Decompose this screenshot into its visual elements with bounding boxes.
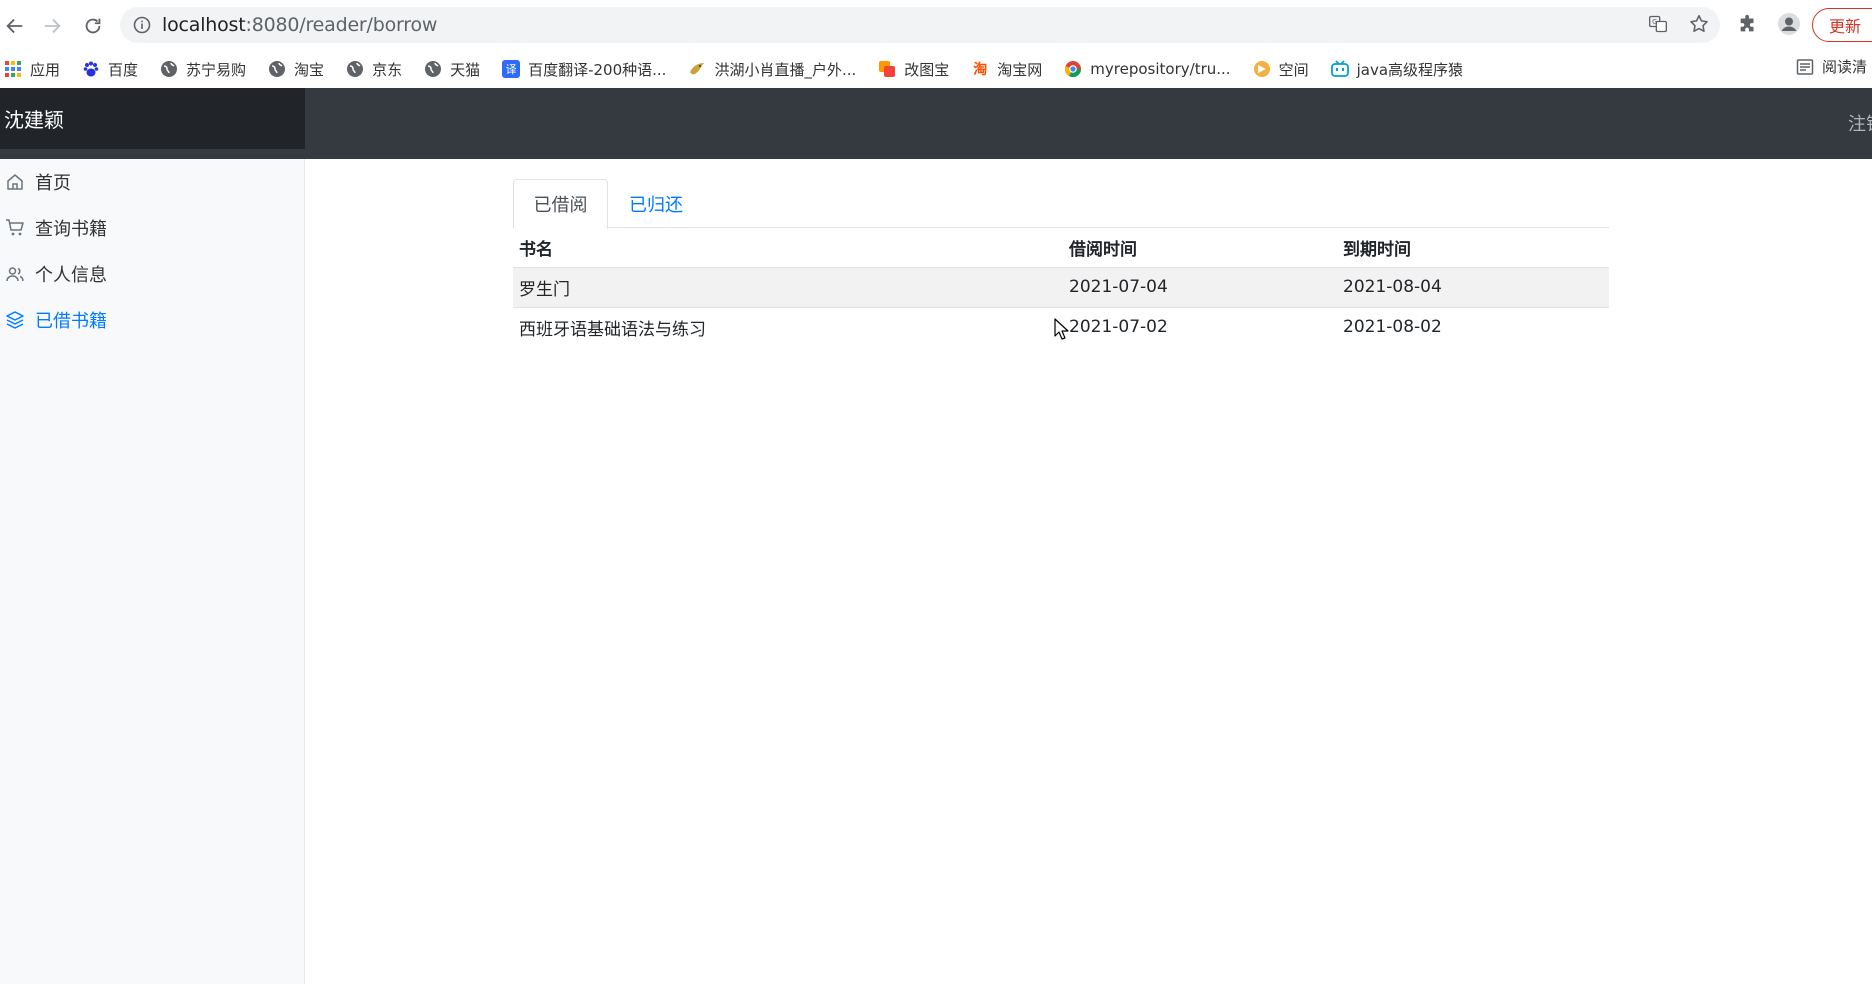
sidebar-item-label: 首页 — [35, 173, 71, 194]
puzzle-icon — [1740, 14, 1754, 32]
layers-icon — [6, 311, 24, 329]
translate-icon: 译 — [502, 60, 521, 78]
browser-chrome: localhost:8080/reader/borrow G 更新 应用 百度 — [0, 0, 1872, 88]
brand-user-name[interactable]: 沈建颖 — [0, 88, 305, 149]
avatar-icon — [1778, 13, 1800, 35]
tab-returned[interactable]: 已归还 — [608, 179, 704, 228]
sidebar-item-profile[interactable]: 个人信息 — [0, 259, 305, 289]
browser-toolbar: localhost:8080/reader/borrow G 更新 — [0, 0, 1872, 50]
bookmark-label: 改图宝 — [904, 60, 950, 79]
arrow-right-icon — [44, 18, 61, 34]
globe-icon — [160, 60, 178, 78]
table-header-row: 书名 借阅时间 到期时间 — [513, 228, 1609, 268]
bookmark-label: 百度翻译-200种语... — [528, 60, 667, 79]
gaitubao-icon — [878, 60, 896, 78]
tab-borrowed[interactable]: 已借阅 — [513, 179, 608, 229]
home-icon — [7, 174, 23, 190]
bookmark-baidu[interactable]: 百度 — [82, 59, 138, 80]
main-content: 已借阅 已归还 书名 借阅时间 到期时间 罗生门 2021-07-04 2021… — [305, 159, 1872, 984]
url-path: :8080/reader/borrow — [245, 14, 438, 36]
bookmark-gaitubao[interactable]: 改图宝 — [878, 59, 949, 80]
update-label: 更新 — [1829, 17, 1862, 36]
sidebar-item-search-books[interactable]: 查询书籍 — [0, 213, 305, 243]
bookmark-label: 淘宝网 — [997, 60, 1043, 79]
translate-icon: G — [1649, 15, 1667, 33]
bookmark-suning[interactable]: 苏宁易购 — [160, 59, 246, 80]
reload-icon — [85, 18, 101, 34]
star-icon — [1690, 14, 1708, 33]
reading-list-label: 阅读清 — [1822, 58, 1868, 76]
column-header-due-date: 到期时间 — [1337, 228, 1609, 268]
sidebar-item-home[interactable]: 首页 — [0, 167, 305, 197]
sidebar-item-label: 个人信息 — [35, 265, 107, 286]
mouse-cursor-icon — [1054, 318, 1069, 340]
taobao-icon: 淘 — [973, 62, 988, 78]
qzone-icon — [1253, 60, 1271, 78]
book-name-cell: 西班牙语基础语法与练习 — [519, 319, 706, 340]
globe-icon — [268, 60, 286, 78]
translate-button[interactable]: G — [1645, 11, 1671, 37]
globe-icon — [424, 60, 442, 78]
bookmark-label: 洪湖小肖直播_户外... — [714, 60, 857, 79]
column-header-book-name: 书名 — [513, 228, 1063, 268]
table-row: 罗生门 2021-07-04 2021-08-04 — [513, 267, 1609, 308]
address-bar[interactable]: localhost:8080/reader/borrow — [120, 7, 1720, 43]
bookmark-label: 苏宁易购 — [186, 60, 247, 79]
bookmark-taobao[interactable]: 淘宝 — [268, 59, 324, 80]
url-text[interactable]: localhost:8080/reader/borrow — [162, 14, 437, 36]
reading-list[interactable]: 阅读清 — [1796, 56, 1867, 77]
bilibili-icon — [1330, 60, 1349, 78]
bird-icon — [688, 60, 706, 78]
bookmarks-bar: 应用 百度 苏宁易购 淘宝 京东 天猫 译 百度翻译-200种语... 洪湖小肖… — [0, 50, 1872, 88]
bookmark-bilibili[interactable]: java高级程序猿 — [1330, 59, 1464, 80]
sidebar-item-label: 查询书籍 — [35, 219, 107, 240]
extensions-button[interactable] — [1735, 11, 1761, 37]
url-host: localhost — [162, 14, 246, 36]
reading-list-icon — [1796, 58, 1814, 75]
globe-icon — [346, 60, 364, 78]
bookmark-label: 百度 — [108, 60, 139, 79]
svg-text:G: G — [1652, 18, 1657, 26]
bookmark-apps[interactable]: 应用 — [4, 59, 60, 80]
borrow-date-cell: 2021-07-02 — [1069, 317, 1168, 338]
update-button[interactable]: 更新 — [1812, 8, 1872, 42]
bookmark-label: 天猫 — [450, 60, 481, 79]
due-date-cell: 2021-08-04 — [1337, 267, 1609, 308]
sidebar-item-borrowed-books[interactable]: 已借书籍 — [0, 305, 305, 335]
bookmark-star-button[interactable] — [1686, 11, 1712, 37]
bookmark-baidu-translate[interactable]: 译 百度翻译-200种语... — [502, 59, 666, 80]
arrow-left-icon — [6, 18, 23, 34]
column-header-borrow-date: 借阅时间 — [1063, 228, 1337, 268]
bookmark-label: 应用 — [30, 60, 61, 79]
bookmark-taobao-net[interactable]: 淘 淘宝网 — [971, 59, 1042, 80]
borrow-date-cell: 2021-07-04 — [1063, 267, 1337, 308]
bookmark-label: 京东 — [372, 60, 403, 79]
bookmark-qzone[interactable]: 空间 — [1253, 59, 1309, 80]
sidebar: 首页 查询书籍 个人信息 已借书籍 — [0, 159, 305, 984]
cart-icon — [6, 219, 24, 236]
reload-button[interactable] — [78, 11, 108, 41]
bookmark-label: java高级程序猿 — [1356, 60, 1464, 79]
users-icon — [6, 267, 24, 282]
borrow-tabs: 已借阅 已归还 — [513, 179, 1609, 229]
chrome-like-icon — [1064, 60, 1082, 78]
bookmark-jd[interactable]: 京东 — [346, 59, 402, 80]
bookmark-label: myrepository/tru... — [1090, 60, 1231, 78]
book-name-cell: 罗生门 — [513, 267, 1063, 308]
due-date-cell: 2021-08-02 — [1343, 317, 1442, 338]
app-header: 沈建颖 注销 — [0, 88, 1872, 159]
sidebar-item-label: 已借书籍 — [35, 311, 107, 332]
bookmark-label: 空间 — [1278, 60, 1309, 79]
bookmark-live[interactable]: 洪湖小肖直播_户外... — [688, 59, 856, 80]
logout-link[interactable]: 注销 — [1848, 110, 1872, 136]
baidu-paw-icon — [82, 60, 100, 78]
bookmark-label: 淘宝 — [294, 60, 325, 79]
bookmark-tmall[interactable]: 天猫 — [424, 59, 480, 80]
site-info-icon[interactable] — [132, 15, 152, 35]
profile-button[interactable] — [1776, 11, 1802, 37]
bookmark-myrepository[interactable]: myrepository/tru... — [1064, 60, 1231, 78]
back-button[interactable] — [0, 11, 30, 41]
forward-button[interactable] — [37, 11, 67, 41]
apps-grid-icon — [4, 60, 22, 78]
